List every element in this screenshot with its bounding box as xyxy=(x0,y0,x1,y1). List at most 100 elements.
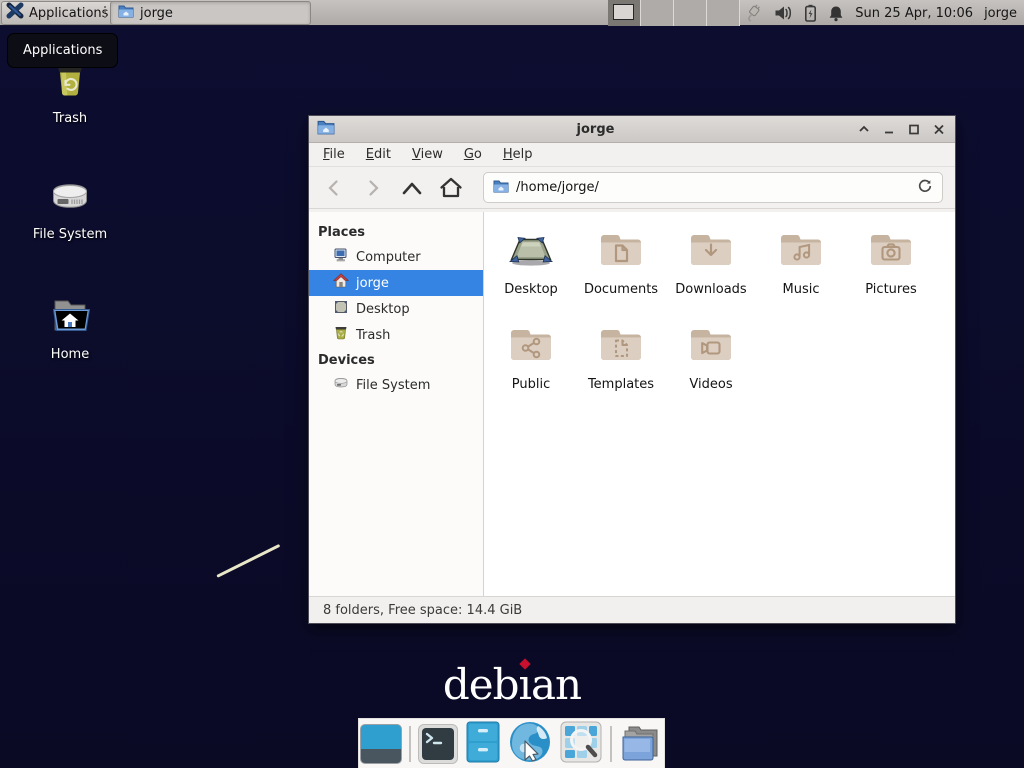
folder-item-music[interactable]: Music xyxy=(756,224,846,319)
window-controls xyxy=(856,121,947,137)
terminal-icon-screen xyxy=(422,728,454,760)
menu-view[interactable]: View xyxy=(412,147,443,162)
address-folder-icon xyxy=(493,179,509,197)
reload-icon[interactable] xyxy=(917,178,933,198)
battery-icon[interactable] xyxy=(804,4,817,22)
notification-bell-icon[interactable] xyxy=(828,5,844,22)
sidebar-item-desktop[interactable]: Desktop xyxy=(309,296,483,322)
menu-edit[interactable]: Edit xyxy=(366,147,391,162)
folder-item-public[interactable]: Public xyxy=(486,319,576,414)
debian-wallpaper-logo: debıan xyxy=(0,660,1024,709)
desktop-screen: Applications jorge xyxy=(0,0,1024,768)
close-button[interactable] xyxy=(931,121,947,137)
workspace-window-thumbnail xyxy=(613,4,634,20)
folder-item-public-label: Public xyxy=(512,377,550,392)
folder-grid: Desktop Documents xyxy=(484,212,955,414)
folder-item-music-label: Music xyxy=(783,282,820,297)
downloads-folder-icon xyxy=(687,226,735,278)
home-folder-icon xyxy=(46,292,94,344)
workspace-switcher xyxy=(608,0,740,26)
toolbar: /home/jorge/ xyxy=(309,167,955,209)
desktop-line-artifact xyxy=(216,544,280,578)
forward-button[interactable] xyxy=(360,175,386,201)
workspace-1[interactable] xyxy=(608,0,641,26)
removable-device-icon[interactable] xyxy=(741,3,763,23)
xfce-logo-icon xyxy=(6,2,24,24)
folder-item-desktop-label: Desktop xyxy=(504,282,558,297)
sidebar-item-filesystem[interactable]: File System xyxy=(309,372,483,398)
folder-view[interactable]: Desktop Documents xyxy=(484,212,955,596)
trash-place-icon xyxy=(333,325,349,345)
dock-separator-2 xyxy=(610,726,612,762)
address-bar[interactable]: /home/jorge/ xyxy=(483,172,943,203)
sidebar-item-home[interactable]: jorge xyxy=(309,270,483,296)
sidebar-devices-header: Devices xyxy=(309,348,483,372)
folder-item-desktop[interactable]: Desktop xyxy=(486,224,576,319)
panel-clock[interactable]: Sun 25 Apr, 10:06 xyxy=(855,6,973,21)
statusbar-text: 8 folders, Free space: 14.4 GiB xyxy=(323,603,522,618)
up-button[interactable] xyxy=(399,175,425,201)
desktop-place-icon xyxy=(333,299,349,319)
home-icon xyxy=(333,273,349,293)
file-manager-window: jorge File Edit View Go Help xyxy=(308,115,956,624)
window-folder-icon xyxy=(317,119,335,139)
public-folder-icon xyxy=(507,321,555,373)
web-browser-icon[interactable] xyxy=(508,720,552,768)
back-button[interactable] xyxy=(321,175,347,201)
desktop-icon-filesystem[interactable]: File System xyxy=(22,172,118,242)
panel-username[interactable]: jorge xyxy=(984,6,1017,21)
applications-menu-button[interactable]: Applications xyxy=(1,1,117,25)
workspace-3[interactable] xyxy=(674,0,707,26)
computer-icon xyxy=(333,247,349,267)
taskbar-window-label: jorge xyxy=(140,6,173,21)
sidebar: Places Computer xyxy=(309,212,484,596)
folder-item-pictures[interactable]: Pictures xyxy=(846,224,936,319)
terminal-icon[interactable] xyxy=(418,724,458,764)
dock-separator xyxy=(409,726,411,762)
desktop-trapezoid-icon xyxy=(507,226,555,278)
menu-help[interactable]: Help xyxy=(503,147,533,162)
sidebar-item-trash[interactable]: Trash xyxy=(309,322,483,348)
volume-icon[interactable] xyxy=(774,5,793,21)
music-folder-icon xyxy=(777,226,825,278)
folder-item-videos[interactable]: Videos xyxy=(666,319,756,414)
menu-file[interactable]: File xyxy=(323,147,345,162)
applications-tooltip: Applications xyxy=(7,33,118,68)
desktop-icon-home-label: Home xyxy=(51,347,89,362)
sidebar-item-computer[interactable]: Computer xyxy=(309,244,483,270)
panel-separator-grip[interactable] xyxy=(104,6,106,20)
folder-item-templates[interactable]: Templates xyxy=(576,319,666,414)
directory-menu-icon[interactable] xyxy=(619,721,663,767)
taskbar-folder-icon xyxy=(118,4,134,22)
statusbar: 8 folders, Free space: 14.4 GiB xyxy=(309,596,955,623)
workspace-4[interactable] xyxy=(707,0,740,26)
window-title: jorge xyxy=(335,122,856,137)
debian-logo-text-post: an xyxy=(531,660,581,709)
bottom-dock xyxy=(358,718,665,768)
menu-go[interactable]: Go xyxy=(464,147,482,162)
file-manager-icon[interactable] xyxy=(465,721,501,767)
system-tray: Sun 25 Apr, 10:06 jorge xyxy=(741,0,1024,26)
window-titlebar[interactable]: jorge xyxy=(309,116,955,143)
folder-item-downloads[interactable]: Downloads xyxy=(666,224,756,319)
debian-logo-i: ı xyxy=(519,660,531,709)
hard-drive-icon xyxy=(46,172,94,224)
top-panel: Applications jorge xyxy=(0,0,1024,26)
sidebar-item-trash-label: Trash xyxy=(356,328,390,343)
applications-menu-label: Applications xyxy=(29,6,108,21)
home-button[interactable] xyxy=(438,175,464,201)
show-desktop-icon[interactable] xyxy=(360,724,402,764)
desktop-icon-filesystem-label: File System xyxy=(33,227,107,242)
maximize-button[interactable] xyxy=(906,121,922,137)
app-finder-icon[interactable] xyxy=(559,720,603,768)
sidebar-places-header: Places xyxy=(309,220,483,244)
minimize-button[interactable] xyxy=(881,121,897,137)
taskbar-window-button[interactable]: jorge xyxy=(110,1,311,25)
workspace-2[interactable] xyxy=(641,0,674,26)
folder-item-templates-label: Templates xyxy=(588,377,654,392)
desktop-icon-home[interactable]: Home xyxy=(22,292,118,362)
menubar: File Edit View Go Help xyxy=(309,143,955,167)
folder-item-documents[interactable]: Documents xyxy=(576,224,666,319)
shade-button[interactable] xyxy=(856,121,872,137)
folder-item-videos-label: Videos xyxy=(689,377,732,392)
